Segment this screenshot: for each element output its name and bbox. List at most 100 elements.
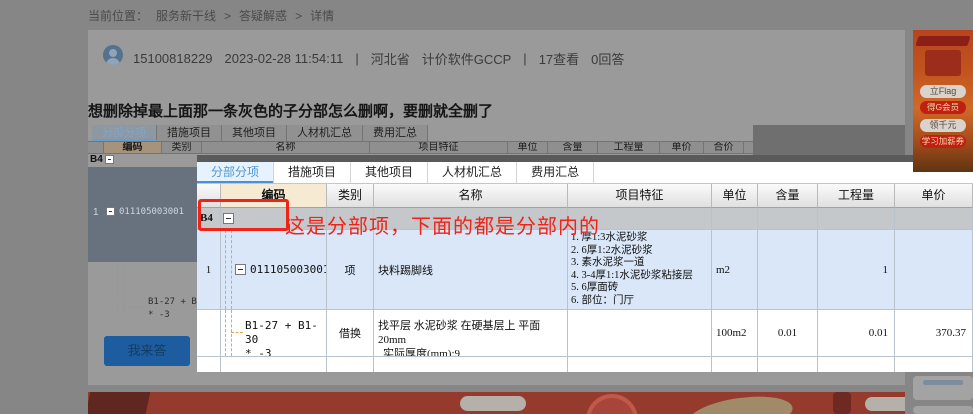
col-unit: 单位 <box>712 184 758 208</box>
row-content: 0.01 <box>758 310 818 357</box>
row-name: 块料踢脚线 <box>374 230 568 310</box>
bg-row-b4: B4 <box>88 154 197 167</box>
sidebar-card[interactable] <box>913 406 973 414</box>
row-price: 370.37 <box>895 310 973 357</box>
collapse-icon <box>105 155 114 164</box>
table-row-subitem: B1-27 + B1-30 * -3 借换 找平层 水泥砂浆 在硬基层上 平面 … <box>197 310 973 357</box>
bg-row-code: 011105003001 <box>119 207 185 217</box>
question-title: 想删除掉最上面那一条灰色的子分部怎么删啊，要删就全删了 <box>88 103 494 120</box>
popup-tab-fbfx: 分部分项 <box>197 162 275 183</box>
ad-decoration <box>686 392 795 414</box>
annotation-text: 这是分部项，下面的都是分部内的 <box>285 216 600 238</box>
col-quantity: 工程量 <box>818 184 895 208</box>
bg-col-name: 名称 <box>202 141 370 154</box>
bg-col-unit: 单位 <box>508 141 548 154</box>
row-features: 1. 厚1:3水泥砂浆 2. 6厚1:2水泥砂浆 3. 素水泥浆一道 4. 3-… <box>568 230 712 310</box>
avatar-icon <box>103 45 123 65</box>
bg-row-seq: 1 <box>93 207 99 218</box>
bg-tab-qtxm: 其他项目 <box>222 125 287 141</box>
tree-guide <box>123 262 124 312</box>
table-row-item: 1 011105003001 项 块料踢脚线 1. 厚1:3水泥砂浆 2. 6厚… <box>197 230 973 310</box>
table-row-empty <box>197 357 973 372</box>
bg-tab-fbfx: 分部分项 <box>92 125 157 141</box>
bg-col-category: 类别 <box>162 141 202 154</box>
row-category: 借换 <box>327 310 374 357</box>
row-content <box>758 230 818 310</box>
tree-guide <box>123 307 145 308</box>
popup-table-header: 编码 类别 名称 项目特征 单位 含量 工程量 单价 <box>197 184 973 208</box>
bg-b4-label: B4 <box>90 154 103 165</box>
col-category: 类别 <box>327 184 374 208</box>
breadcrumb-current: 详情 <box>310 9 335 23</box>
collapse-icon <box>235 264 246 275</box>
ad-pill-button <box>460 396 526 411</box>
question-screenshot-image[interactable]: 分部分项 措施项目 其他项目 人材机汇总 费用汇总 编码 类别 名称 项目特征 … <box>197 155 973 372</box>
breadcrumb-separator: > <box>295 8 303 23</box>
tree-guide <box>225 230 226 309</box>
page: 当前位置： 服务新干线 > 答疑解惑 > 详情 15100818229 2023… <box>0 0 973 414</box>
ad-decoration <box>88 392 151 414</box>
breadcrumb-separator: > <box>224 8 232 23</box>
col-price: 单价 <box>895 184 973 208</box>
ad-pill-button <box>865 397 905 411</box>
sidebar-tag-chip <box>923 380 963 385</box>
promo-cash-button[interactable]: 领千元 <box>920 119 966 132</box>
lantern-icon <box>833 392 851 414</box>
bg-col-price: 单价 <box>660 141 704 154</box>
bg-table-tabs: 分部分项 措施项目 其他项目 人材机汇总 费用汇总 <box>92 125 428 141</box>
promo-flag-button[interactable]: 立Flag <box>920 85 966 98</box>
row-category: 项 <box>327 230 374 310</box>
bg-tab-csxm: 措施项目 <box>157 125 222 141</box>
popup-tab-bar: 分部分项 措施项目 其他项目 人材机汇总 费用汇总 <box>197 162 973 184</box>
breadcrumb: 当前位置： 服务新干线 > 答疑解惑 > 详情 <box>88 7 334 24</box>
row-code: 011105003001 <box>250 263 327 276</box>
row-unit: 100m2 <box>712 310 758 357</box>
breadcrumb-label: 当前位置： <box>88 9 149 23</box>
post-product: 计价软件GCCP <box>421 52 512 67</box>
meta-divider: | <box>355 51 359 66</box>
tree-guide <box>225 310 226 356</box>
popup-tab-rcjhz: 人材机汇总 <box>428 162 518 183</box>
ad-seal-decoration <box>586 394 638 414</box>
row-quantity: 0.01 <box>818 310 895 357</box>
post-region: 河北省 <box>370 52 410 67</box>
bg-table-header: 编码 类别 名称 项目特征 单位 含量 工程量 单价 合价 综合 <box>88 141 804 154</box>
breadcrumb-link-qa[interactable]: 答疑解惑 <box>239 7 287 24</box>
row-seq: 1 <box>197 230 221 310</box>
row-name: 找平层 水泥砂浆 在硬基层上 平面 20mm 实际厚度(mm):9 <box>374 310 568 357</box>
row-unit: m2 <box>712 230 758 310</box>
popup-tab-csxm: 措施项目 <box>274 162 352 183</box>
breadcrumb-link-home[interactable]: 服务新干线 <box>156 7 216 24</box>
post-meta: 15100818229 2023-02-28 11:54:11 | 河北省 计价… <box>133 49 624 68</box>
view-count: 17查看 <box>538 52 580 67</box>
username: 15100818229 <box>133 51 213 66</box>
promo-coupon-button[interactable]: 学习加薪券 <box>920 135 966 148</box>
col-name: 名称 <box>374 184 568 208</box>
post-time: 2023-02-28 11:54:11 <box>224 51 344 66</box>
meta-divider: | <box>523 51 527 66</box>
popup-tab-fyhz: 费用汇总 <box>517 162 595 183</box>
col-content: 含量 <box>758 184 818 208</box>
reply-count: 0回答 <box>591 52 625 67</box>
bg-col-quantity: 工程量 <box>598 141 660 154</box>
promo-banner[interactable]: 立Flag 得G会员 领千元 学习加薪券 <box>913 30 973 172</box>
answer-button[interactable]: 我来答 <box>104 336 190 366</box>
promo-member-button[interactable]: 得G会员 <box>920 101 966 114</box>
tree-guide <box>231 310 232 356</box>
tree-guide <box>231 332 243 333</box>
bg-tab-fyhz: 费用汇总 <box>363 125 428 141</box>
bg-row-b1: B1-27 + B1-30 * -3 <box>148 297 197 320</box>
pagoda-icon <box>915 36 971 46</box>
col-feature: 项目特征 <box>568 184 712 208</box>
bg-col-content: 含量 <box>548 141 598 154</box>
bottom-ad-banner[interactable] <box>88 392 905 414</box>
bg-col-code: 编码 <box>104 141 162 154</box>
tree-guide <box>231 230 232 309</box>
popup-tab-qtxm: 其他项目 <box>351 162 429 183</box>
bg-col-feature: 项目特征 <box>370 141 508 154</box>
row-price <box>895 230 973 310</box>
bg-tab-rcjhz: 人材机汇总 <box>287 125 363 141</box>
bg-row-selected: 1 011105003001 <box>88 167 197 262</box>
collapse-icon <box>106 207 115 216</box>
row-quantity: 1 <box>818 230 895 310</box>
